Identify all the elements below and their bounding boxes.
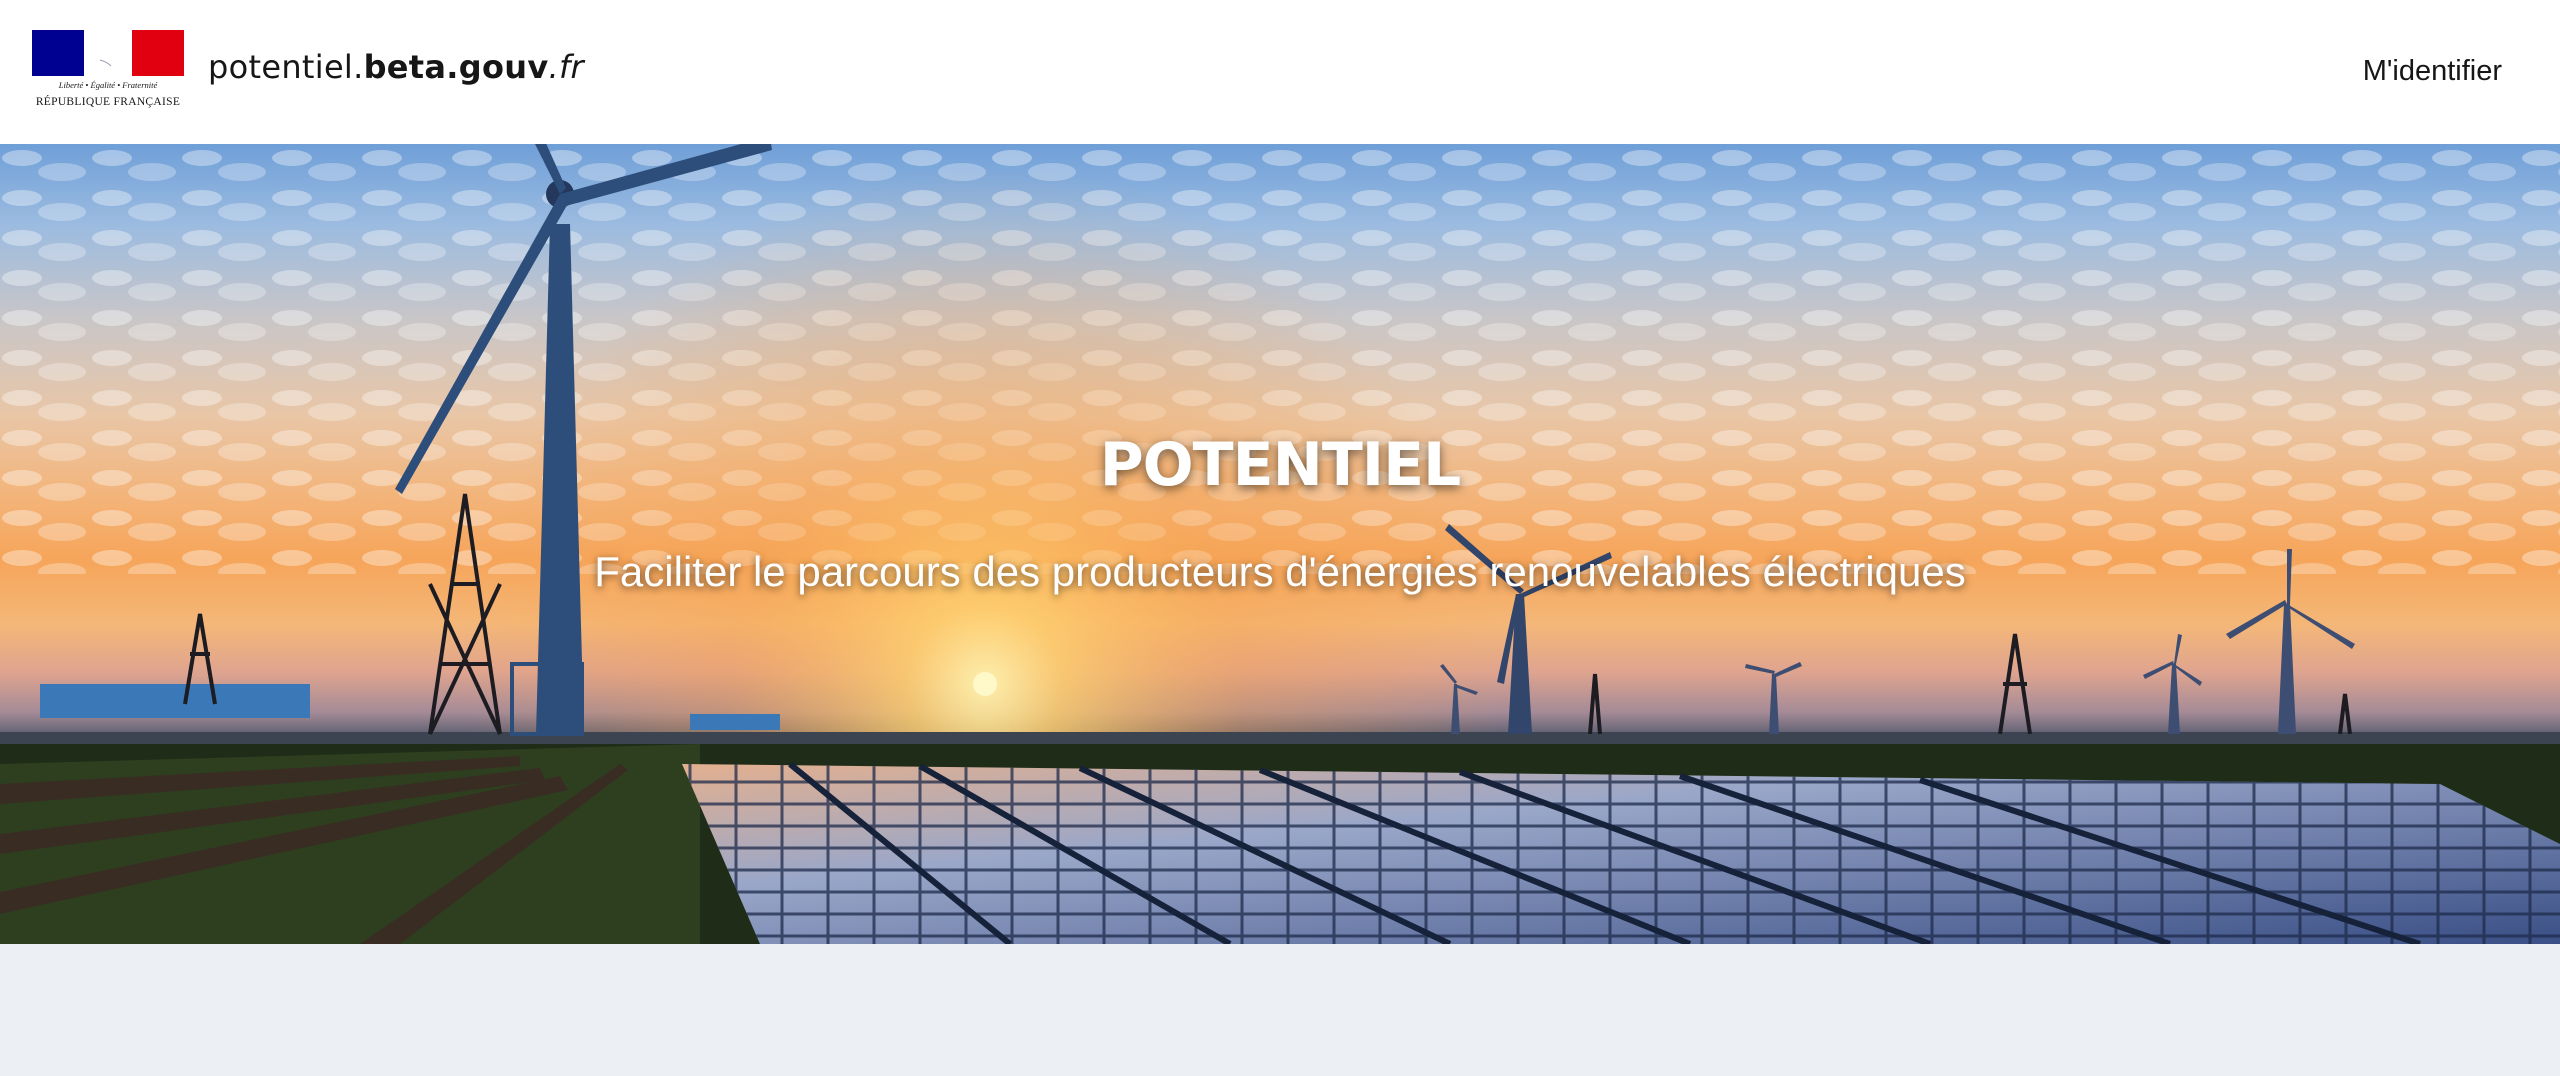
- logo-devise: Liberté • Égalité • Fraternité: [58, 80, 158, 90]
- hero-title: POTENTIEL: [1099, 430, 1462, 500]
- hero-subtitle: Faciliter le parcours des producteurs d'…: [594, 548, 1966, 595]
- republique-francaise-logo[interactable]: Liberté • Égalité • Fraternité RÉPUBLIQU…: [32, 30, 184, 114]
- hero-background-image: [0, 144, 2560, 944]
- site-name-link[interactable]: potentiel.beta.gouv.fr: [208, 48, 584, 86]
- site-name-suffix: .fr: [548, 48, 584, 86]
- login-link[interactable]: M'identifier: [2363, 55, 2502, 88]
- site-name-prefix: potentiel.: [208, 48, 364, 86]
- hero-banner: POTENTIEL Faciliter le parcours des prod…: [0, 144, 2560, 944]
- page-content-area: [0, 944, 2560, 1076]
- marianne-flag-icon: [32, 30, 184, 76]
- logo-republique-francaise: RÉPUBLIQUE FRANÇAISE: [35, 96, 181, 108]
- site-header: Liberté • Égalité • Fraternité RÉPUBLIQU…: [0, 0, 2560, 144]
- marianne-profile-icon: [94, 34, 121, 74]
- site-name-bold: beta.gouv: [363, 48, 549, 86]
